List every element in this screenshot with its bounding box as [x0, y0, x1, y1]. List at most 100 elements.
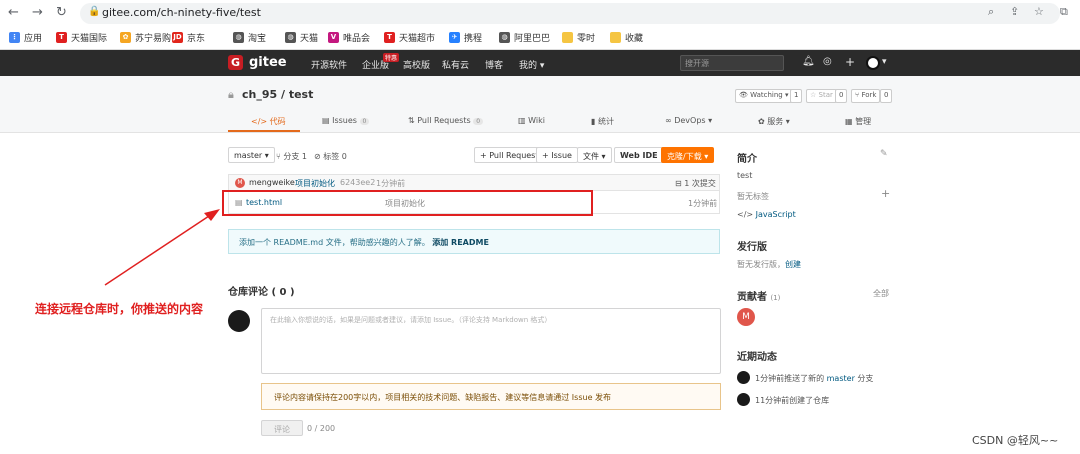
bookmark-label: 天猫国际: [71, 33, 108, 44]
bookmark-label: 淘宝: [248, 33, 267, 44]
bookmark-star-icon[interactable]: ☆: [1034, 5, 1044, 18]
code-icon: </>: [737, 210, 754, 219]
share-icon[interactable]: ⇪: [1010, 5, 1019, 18]
pull-request-button[interactable]: + Pull Request: [474, 147, 545, 163]
tab-stats[interactable]: ▮ 统计: [591, 116, 614, 127]
bookmark-label: 零时: [577, 33, 596, 44]
bookmark-label: 天猫: [300, 33, 319, 44]
search-input[interactable]: 搜开源: [680, 55, 784, 71]
watch-button[interactable]: 👁 Watching ▾: [735, 89, 793, 103]
lock-repo-icon: 🔒︎: [228, 88, 234, 101]
location-icon[interactable]: ◎: [823, 56, 832, 67]
tab-issues[interactable]: ▤ Issues 0: [322, 116, 370, 125]
nav-private-cloud[interactable]: 私有云: [442, 58, 469, 71]
annotation-highlight-box: [222, 190, 593, 216]
activity-avatar[interactable]: [737, 393, 750, 406]
commit-hash[interactable]: 6243ee2: [340, 178, 375, 187]
repo-header: 🔒︎ ch_95 / test 👁 Watching ▾ 1 ☆ Star 0 …: [0, 76, 1080, 133]
fork-button[interactable]: ⑂ Fork: [851, 89, 881, 103]
gitee-top-nav: G gitee 开源软件 企业版 高校版 私有云 博客 我的 ▾ 搜开源 🔔︎ …: [0, 50, 1080, 76]
reload-icon[interactable]: ↻: [56, 5, 67, 20]
globe-icon: ◍: [285, 31, 296, 43]
commit-count[interactable]: ⊟ 1 次提交: [675, 178, 716, 189]
gitee-logo-text[interactable]: gitee: [249, 55, 287, 70]
comment-textarea[interactable]: 在此输入你想说的话，如果是问题或者建议，请添加 Issue。（评论支持 Mark…: [261, 308, 721, 374]
bookmark-label: 收藏: [625, 33, 644, 44]
nav-blog[interactable]: 博客: [485, 58, 503, 71]
commit-message[interactable]: 项目初始化: [295, 178, 335, 189]
nav-mine[interactable]: 我的 ▾: [519, 58, 544, 71]
folder-icon: [610, 31, 621, 43]
star-count[interactable]: 0: [835, 89, 848, 103]
repo-title[interactable]: ch_95 / test: [242, 88, 313, 101]
forward-icon[interactable]: →: [32, 5, 43, 20]
all-contributors-link[interactable]: 全部: [873, 288, 889, 299]
contributors-title: 贡献者 (1): [737, 292, 781, 303]
zoom-icon[interactable]: ⌕: [988, 5, 994, 19]
file-button[interactable]: 文件 ▾: [577, 147, 612, 163]
bookmark-item[interactable]: ⋮ 应用: [9, 30, 42, 44]
bookmark-item[interactable]: ◍ 天猫: [285, 30, 318, 44]
webide-button[interactable]: Web IDE: [614, 147, 664, 163]
bookmark-item[interactable]: ◍ 淘宝: [233, 30, 266, 44]
nav-edu[interactable]: 高校版: [403, 58, 430, 71]
tab-pull-requests[interactable]: ⇅ Pull Requests 0: [408, 116, 484, 125]
bookmark-label: 苏宁易购: [135, 33, 172, 44]
language-item[interactable]: </> JavaScript: [737, 210, 796, 219]
plus-icon[interactable]: +: [845, 55, 855, 69]
branches-link[interactable]: ⑂ 分支 1: [276, 151, 307, 162]
nav-opensource[interactable]: 开源软件: [311, 58, 347, 71]
extensions-icon[interactable]: ⧉: [1060, 5, 1068, 19]
bookmark-item[interactable]: ✈ 携程: [449, 30, 482, 44]
readme-hint-text: 添加一个 README.md 文件，帮助感兴趣的人了解。: [239, 238, 430, 247]
activity-avatar[interactable]: [737, 371, 750, 384]
commit-author[interactable]: mengweike: [249, 178, 295, 187]
tab-devops[interactable]: ∞ DevOps ▾: [665, 116, 712, 125]
globe-icon: ◍: [233, 31, 244, 43]
contributor-avatar[interactable]: M: [737, 308, 755, 326]
chevron-down-icon[interactable]: ▾: [882, 57, 887, 67]
ctrip-icon: ✈: [449, 31, 460, 43]
intro-title: 简介: [737, 154, 757, 165]
tab-service[interactable]: ✿ 服务 ▾: [758, 116, 790, 127]
bookmark-item[interactable]: ◍ 阿里巴巴: [499, 30, 550, 44]
submit-comment-button[interactable]: 评论: [261, 420, 303, 436]
suning-icon: ✿: [120, 31, 131, 43]
add-readme-link[interactable]: 添加 README: [432, 238, 489, 247]
tab-code[interactable]: </> 代码: [251, 116, 286, 127]
bookmark-label: 唯品会: [343, 33, 371, 44]
tab-manage[interactable]: ▦ 管理: [845, 116, 871, 127]
create-release-link[interactable]: 创建: [785, 260, 801, 269]
bookmark-item[interactable]: 收藏: [610, 30, 643, 44]
tab-wiki[interactable]: ▥ Wiki: [518, 116, 545, 125]
watch-count[interactable]: 1: [790, 89, 803, 103]
intro-text: test: [737, 171, 753, 180]
gitee-logo-icon[interactable]: G: [228, 55, 243, 70]
latest-commit-row: M mengweike 项目初始化 6243ee2 1分钟前 ⊟ 1 次提交: [229, 175, 719, 191]
bookmark-item[interactable]: T 天猫超市: [384, 30, 435, 44]
bookmark-item[interactable]: JD 京东: [172, 30, 205, 44]
bookmark-item[interactable]: ✿ 苏宁易购: [120, 30, 171, 44]
edit-icon[interactable]: ✎: [880, 149, 888, 159]
star-button[interactable]: ☆ Star: [806, 89, 837, 103]
vip-icon: V: [328, 31, 339, 43]
file-time: 1分钟前: [688, 199, 718, 208]
branch-select[interactable]: master ▾: [228, 147, 275, 163]
author-avatar[interactable]: M: [235, 178, 245, 188]
add-tag-icon[interactable]: +: [881, 187, 890, 200]
bookmark-item[interactable]: 零时: [562, 30, 595, 44]
lock-icon: 🔒: [88, 6, 101, 17]
back-icon[interactable]: ←: [8, 5, 19, 20]
watermark: CSDN @轻风~~: [972, 434, 1059, 447]
clone-download-button[interactable]: 克隆/下载 ▾: [661, 147, 715, 163]
fork-count[interactable]: 0: [880, 89, 893, 103]
activity-title: 近期动态: [737, 352, 777, 363]
url-text[interactable]: gitee.com/ch-ninety-five/test: [102, 6, 261, 19]
bookmark-item[interactable]: V 唯品会: [328, 30, 370, 44]
user-avatar[interactable]: [866, 56, 880, 70]
tags-link[interactable]: ⊘ 标签 0: [314, 151, 347, 162]
bookmark-item[interactable]: T 天猫国际: [56, 30, 107, 44]
issue-button[interactable]: + Issue: [536, 147, 578, 163]
tmall-icon: T: [56, 31, 67, 43]
bell-icon[interactable]: 🔔︎: [802, 56, 815, 67]
